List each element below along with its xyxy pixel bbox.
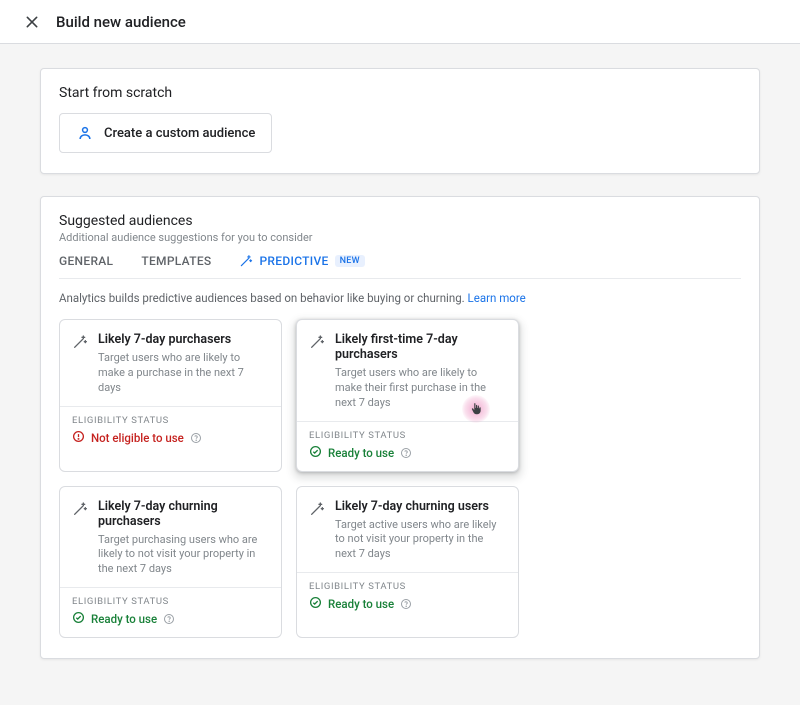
wand-icon bbox=[239, 254, 253, 268]
card-description: Target users who are likely to make a pu… bbox=[98, 351, 269, 396]
create-custom-audience-label: Create a custom audience bbox=[104, 126, 255, 141]
eligibility-label: ELIGIBILITY STATUS bbox=[72, 415, 269, 426]
eligibility-text: Ready to use bbox=[328, 446, 394, 460]
tab-templates[interactable]: TEMPLATES bbox=[141, 254, 211, 268]
card-top: Likely first-time 7-day purchasers Target… bbox=[297, 320, 518, 421]
tab-predictive-label: PREDICTIVE bbox=[259, 254, 328, 268]
predictive-explainer: Analytics builds predictive audiences ba… bbox=[59, 291, 741, 305]
eligibility-text: Ready to use bbox=[91, 612, 157, 626]
card-text: Likely 7-day churning users Target active… bbox=[335, 499, 506, 563]
eligibility-status: Ready to use bbox=[309, 596, 506, 612]
card-top: Likely 7-day purchasers Target users who … bbox=[60, 320, 281, 406]
scratch-panel: Start from scratch Create a custom audie… bbox=[40, 68, 760, 174]
eligibility-text: Ready to use bbox=[328, 597, 394, 611]
card-description: Target users who are likely to make thei… bbox=[335, 366, 506, 411]
help-icon[interactable] bbox=[163, 613, 175, 625]
suggested-tabs: GENERAL TEMPLATES PREDICTIVE NEW bbox=[59, 254, 741, 279]
wand-icon bbox=[72, 501, 88, 578]
card-title: Likely first-time 7-day purchasers bbox=[335, 332, 506, 362]
eligibility-label: ELIGIBILITY STATUS bbox=[309, 581, 506, 592]
predictive-card[interactable]: Likely 7-day churning purchasers Target p… bbox=[59, 486, 282, 639]
check-circle-icon bbox=[72, 611, 85, 627]
help-icon[interactable] bbox=[190, 432, 202, 444]
card-text: Likely 7-day purchasers Target users who … bbox=[98, 332, 269, 396]
predictive-card[interactable]: Likely first-time 7-day purchasers Target… bbox=[296, 319, 519, 472]
modal-header: Build new audience bbox=[0, 0, 800, 44]
page-body: Start from scratch Create a custom audie… bbox=[0, 44, 800, 705]
card-footer: ELIGIBILITY STATUS Not eligible to use bbox=[60, 406, 281, 456]
suggested-panel: Suggested audiences Additional audience … bbox=[40, 196, 760, 659]
eligibility-label: ELIGIBILITY STATUS bbox=[72, 596, 269, 607]
help-icon[interactable] bbox=[400, 598, 412, 610]
card-footer: ELIGIBILITY STATUS Ready to use bbox=[297, 421, 518, 471]
card-title: Likely 7-day churning users bbox=[335, 499, 506, 514]
wand-icon bbox=[309, 501, 325, 563]
wand-icon bbox=[72, 334, 88, 396]
help-icon[interactable] bbox=[400, 447, 412, 459]
eligibility-label: ELIGIBILITY STATUS bbox=[309, 430, 506, 441]
card-top: Likely 7-day churning purchasers Target p… bbox=[60, 487, 281, 588]
card-title: Likely 7-day churning purchasers bbox=[98, 499, 269, 529]
person-icon bbox=[76, 124, 94, 142]
card-title: Likely 7-day purchasers bbox=[98, 332, 269, 347]
card-description: Target purchasing users who are likely t… bbox=[98, 533, 269, 578]
eligibility-status: Ready to use bbox=[72, 611, 269, 627]
predictive-card[interactable]: Likely 7-day purchasers Target users who … bbox=[59, 319, 282, 472]
card-top: Likely 7-day churning users Target active… bbox=[297, 487, 518, 573]
card-footer: ELIGIBILITY STATUS Ready to use bbox=[297, 572, 518, 622]
close-button[interactable] bbox=[16, 6, 48, 38]
scratch-title: Start from scratch bbox=[59, 85, 741, 101]
eligibility-status: Ready to use bbox=[309, 445, 506, 461]
card-text: Likely 7-day churning purchasers Target p… bbox=[98, 499, 269, 578]
card-footer: ELIGIBILITY STATUS Ready to use bbox=[60, 587, 281, 637]
check-circle-icon bbox=[309, 445, 322, 461]
create-custom-audience-button[interactable]: Create a custom audience bbox=[59, 113, 272, 153]
suggested-title: Suggested audiences bbox=[59, 213, 741, 229]
predictive-card[interactable]: Likely 7-day churning users Target active… bbox=[296, 486, 519, 639]
close-icon bbox=[24, 14, 40, 30]
new-badge: NEW bbox=[335, 255, 365, 267]
tab-predictive[interactable]: PREDICTIVE NEW bbox=[239, 254, 364, 268]
learn-more-link[interactable]: Learn more bbox=[468, 291, 526, 305]
explainer-text: Analytics builds predictive audiences ba… bbox=[59, 291, 465, 305]
wand-icon bbox=[309, 334, 325, 411]
check-circle-icon bbox=[309, 596, 322, 612]
eligibility-status: Not eligible to use bbox=[72, 430, 269, 446]
eligibility-text: Not eligible to use bbox=[91, 431, 184, 445]
card-description: Target active users who are likely to no… bbox=[335, 518, 506, 563]
card-text: Likely first-time 7-day purchasers Target… bbox=[335, 332, 506, 411]
predictive-cards: Likely 7-day purchasers Target users who … bbox=[59, 319, 741, 638]
suggested-subtitle: Additional audience suggestions for you … bbox=[59, 231, 741, 244]
alert-circle-icon bbox=[72, 430, 85, 446]
tab-general[interactable]: GENERAL bbox=[59, 254, 113, 268]
page-title: Build new audience bbox=[56, 13, 186, 31]
